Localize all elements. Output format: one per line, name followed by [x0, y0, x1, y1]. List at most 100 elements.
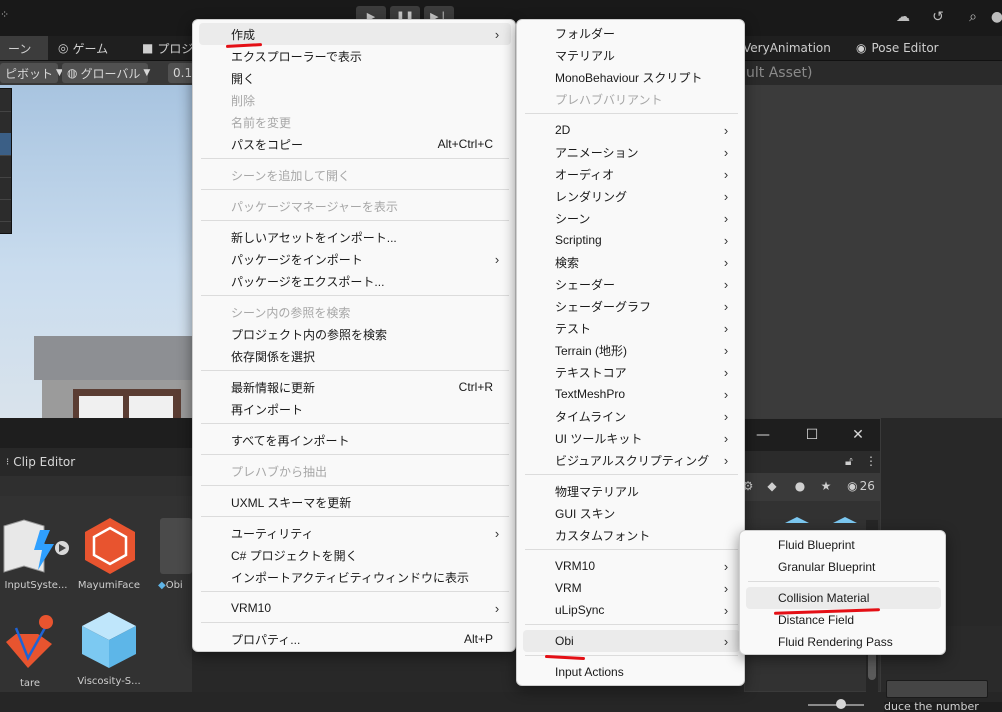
create-menu-item-27[interactable]: Input Actions [523, 661, 740, 683]
create-menu-item-0[interactable]: フォルダー [523, 22, 740, 44]
search-icon[interactable]: ⌕ [964, 8, 982, 26]
obi-menu-item-label: Distance Field [778, 613, 855, 627]
main-menu-item-16[interactable]: すべてを再インポート [199, 429, 511, 451]
tools-icon[interactable]: ⁘ [0, 8, 9, 21]
main-menu-item-12[interactable]: プロジェクト内の参照を検索 [199, 323, 511, 345]
main-menu-item-19[interactable]: ユーティリティ › [199, 522, 511, 544]
create-menu-item-4[interactable]: 2D › [523, 119, 740, 141]
create-menu-item-19[interactable]: ビジュアルスクリプティング › [523, 449, 740, 471]
create-menu-item-2[interactable]: MonoBehaviour スクリプト [523, 66, 740, 88]
folder-icon [160, 518, 192, 574]
asset-item[interactable]: tare [0, 614, 62, 690]
create-menu-item-11[interactable]: シェーダー › [523, 273, 740, 295]
main-menu-item-5[interactable]: パスをコピー Alt+Ctrl+C [199, 133, 511, 155]
tab-pose-editor[interactable]: ◉ Pose Editor [848, 36, 947, 60]
maximize-icon[interactable]: ☐ [800, 425, 824, 445]
main-menu-item-1[interactable]: エクスプローラーで表示 [199, 45, 511, 67]
create-menu-item-15[interactable]: テキストコア › [523, 361, 740, 383]
create-menu-item-21[interactable]: GUI スキン [523, 502, 740, 524]
main-menu-item-8[interactable]: 新しいアセットをインポート... [199, 226, 511, 248]
account-icon[interactable]: ● [988, 8, 1002, 26]
main-menu-item-13[interactable]: 依存関係を選択 [199, 345, 511, 367]
tab-very-animation-label: VeryAnimation [743, 41, 831, 55]
chevron-right-icon: › [723, 408, 729, 424]
obi-menu-item-4[interactable]: Fluid Rendering Pass [746, 631, 941, 653]
create-menu-item-13[interactable]: テスト › [523, 317, 740, 339]
asset-item[interactable]: MayumiFace [76, 516, 142, 592]
hand-tool[interactable] [0, 89, 11, 112]
create-menu-item-26[interactable]: Obi › [523, 630, 740, 652]
obi-menu-item-1[interactable]: Granular Blueprint [746, 556, 941, 578]
pivot-dropdown[interactable]: ピボット ▼ [0, 63, 63, 83]
create-menu-item-label: VRM10 [555, 559, 596, 573]
create-menu-item-14[interactable]: Terrain (地形) › [523, 339, 740, 361]
asset-item[interactable]: Viscosity-S... [76, 610, 142, 690]
history-icon[interactable]: ↺ [929, 8, 947, 26]
main-menu-item-20[interactable]: C# プロジェクトを開く [199, 544, 511, 566]
zoom-slider-handle[interactable] [836, 699, 846, 709]
more-options-icon[interactable]: ⋮ [865, 454, 877, 468]
close-icon[interactable]: ✕ [846, 425, 870, 445]
scale-tool[interactable] [0, 155, 11, 178]
main-menu-item-10[interactable]: パッケージをエクスポート... [199, 270, 511, 292]
cloud-icon[interactable]: ☁ [894, 8, 912, 26]
create-menu-item-17[interactable]: タイムライン › [523, 405, 740, 427]
create-menu-item-8[interactable]: シーン › [523, 207, 740, 229]
tab-project[interactable]: ■ プロジェ [134, 36, 205, 60]
create-menu-item-20[interactable]: 物理マテリアル [523, 480, 740, 502]
main-menu-item-14[interactable]: 最新情報に更新 Ctrl+R [199, 376, 511, 398]
panel-dropdown[interactable] [886, 680, 988, 698]
context-menu-obi: Fluid Blueprint Granular Blueprint Collisi… [739, 530, 946, 655]
main-menu-item-18[interactable]: UXML スキーマを更新 [199, 491, 511, 513]
star-icon[interactable]: ★ [817, 477, 835, 495]
visibility-count[interactable]: ◉ 26 [843, 477, 879, 495]
create-menu-item-label: テキストコア [555, 365, 627, 380]
asset-item[interactable]: ◆Obi [158, 516, 192, 592]
main-menu-item-21[interactable]: インポートアクティビティウィンドウに表示 [199, 566, 511, 588]
warning-icon[interactable]: ● [791, 477, 809, 495]
menu-separator [525, 549, 738, 550]
tab-game[interactable]: ◎ ゲーム [50, 36, 130, 60]
main-menu-item-2[interactable]: 開く [199, 67, 511, 89]
main-menu-item-15[interactable]: 再インポート [199, 398, 511, 420]
create-menu-item-18[interactable]: UI ツールキット › [523, 427, 740, 449]
context-menu-create: フォルダー マテリアル MonoBehaviour スクリプト プレハブバリアント 2D… [516, 19, 745, 686]
create-menu-item-23[interactable]: VRM10 › [523, 555, 740, 577]
create-menu-item-12[interactable]: シェーダーグラフ › [523, 295, 740, 317]
global-dropdown[interactable]: ◍ グローバル ▼ [62, 63, 150, 83]
main-menu-item-22[interactable]: VRM10 › [199, 597, 511, 619]
snap-increment[interactable]: 0.1 [168, 63, 194, 83]
main-menu-item-0[interactable]: 作成 › [199, 23, 511, 45]
create-menu-item-24[interactable]: VRM › [523, 577, 740, 599]
main-menu-item-9[interactable]: パッケージをインポート › [199, 248, 511, 270]
tab-very-animation[interactable]: VeryAnimation [735, 36, 839, 60]
create-menu-item-22[interactable]: カスタムフォント [523, 524, 740, 546]
minimize-icon[interactable]: — [751, 425, 775, 445]
create-menu-item-9[interactable]: Scripting › [523, 229, 740, 251]
asset-item[interactable]: InputSyste... [0, 516, 72, 592]
main-menu-item-23[interactable]: プロパティ... Alt+P [199, 628, 511, 650]
move-tool[interactable] [0, 111, 11, 134]
tab-scene[interactable]: ーン [0, 36, 48, 60]
clip-editor-tab[interactable]: ⁝ Clip Editor [0, 448, 192, 476]
obi-menu-item-2[interactable]: Collision Material [746, 587, 941, 609]
create-menu-item-7[interactable]: レンダリング › [523, 185, 740, 207]
tag-icon[interactable]: ◆ [763, 477, 781, 495]
create-menu-item-16[interactable]: TextMeshPro › [523, 383, 740, 405]
main-menu-item-label: プロパティ... [231, 632, 301, 647]
create-menu-item-5[interactable]: アニメーション › [523, 141, 740, 163]
create-menu-item-10[interactable]: 検索 › [523, 251, 740, 273]
create-menu-item-6[interactable]: オーディオ › [523, 163, 740, 185]
transform-tool[interactable] [0, 199, 11, 222]
main-menu-item-label: パッケージをインポート [231, 252, 363, 267]
rotate-tool[interactable] [0, 133, 11, 156]
rect-tool[interactable] [0, 177, 11, 200]
context-menu-main: 作成 › エクスプローラーで表示 開く 削除 名前を変更 パスをコピー Alt+Ctrl+C シ… [192, 19, 516, 652]
main-menu-item-label: パッケージマネージャーを表示 [231, 199, 398, 214]
scene-view[interactable] [0, 85, 192, 418]
create-menu-item-25[interactable]: uLipSync › [523, 599, 740, 621]
obi-menu-item-0[interactable]: Fluid Blueprint [746, 534, 941, 556]
lock-icon[interactable]: 🔓︎ [845, 454, 853, 469]
create-menu-item-label: ビジュアルスクリプティング [555, 453, 710, 468]
create-menu-item-1[interactable]: マテリアル [523, 44, 740, 66]
